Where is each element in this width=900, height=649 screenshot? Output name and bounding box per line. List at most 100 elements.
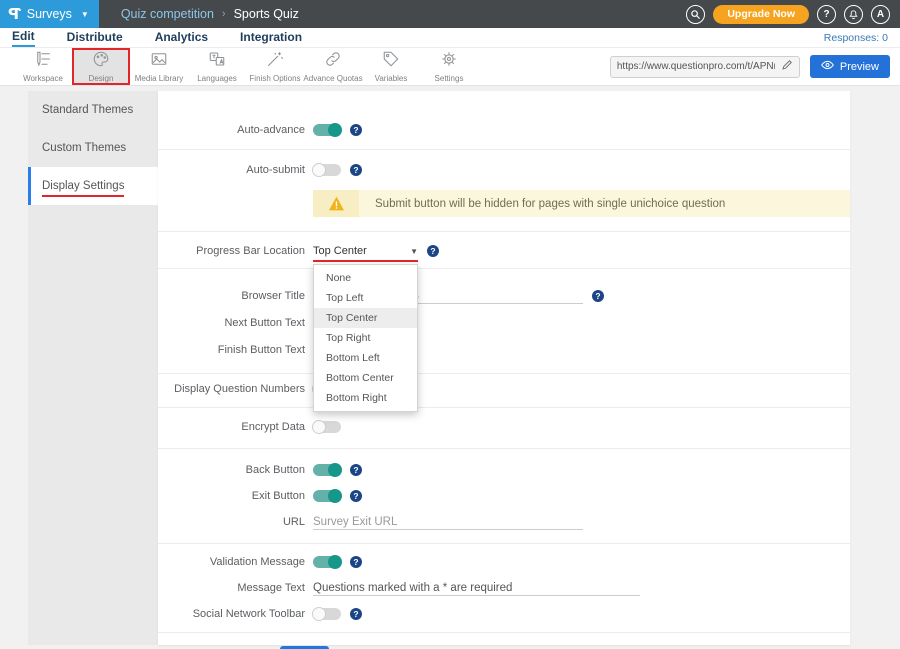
message-text-input[interactable]: Questions marked with a * are required xyxy=(313,580,640,596)
toolbar-item-settings[interactable]: Settings xyxy=(420,48,478,85)
exit-url-input[interactable]: Survey Exit URL xyxy=(313,514,583,530)
tab-integration[interactable]: Integration xyxy=(240,30,302,46)
message-text-label: Message Text xyxy=(158,582,305,594)
validation-message-toggle[interactable] xyxy=(313,556,341,568)
survey-nav: Edit Distribute Analytics Integration Re… xyxy=(0,28,900,48)
menu-option-top-left[interactable]: Top Left xyxy=(314,288,417,308)
message-text-row: Message Text Questions marked with a * a… xyxy=(158,579,850,597)
back-button-label: Back Button xyxy=(158,464,305,476)
auto-submit-toggle[interactable] xyxy=(313,164,341,176)
social-network-toolbar-toggle[interactable] xyxy=(313,608,341,620)
back-button-row: Back Button ? xyxy=(158,461,850,479)
toolbar-item-variables[interactable]: Variables xyxy=(362,48,420,85)
menu-option-none[interactable]: None xyxy=(314,268,417,288)
survey-url-text[interactable]: https://www.questionpro.com/t/APNrFZ xyxy=(617,61,775,72)
menu-option-bottom-right[interactable]: Bottom Right xyxy=(314,388,417,408)
breadcrumb: Quiz competition › Sports Quiz xyxy=(121,7,299,21)
back-button-toggle[interactable] xyxy=(313,464,341,476)
validation-message-help-icon[interactable]: ? xyxy=(350,556,362,568)
display-question-numbers-row: Display Question Numbers xyxy=(158,380,850,398)
workspace-icon xyxy=(34,50,52,73)
display-question-numbers-label: Display Question Numbers xyxy=(158,383,305,395)
auto-advance-help-icon[interactable]: ? xyxy=(350,124,362,136)
divider xyxy=(158,231,850,232)
tab-edit[interactable]: Edit xyxy=(12,29,35,47)
sidebar-item-custom-themes[interactable]: Custom Themes xyxy=(28,129,158,167)
image-icon xyxy=(150,50,168,73)
menu-option-top-center[interactable]: Top Center xyxy=(314,308,417,328)
auto-submit-label: Auto-submit xyxy=(158,164,305,176)
toolbar-item-design[interactable]: Design xyxy=(72,48,130,85)
design-sidebar: Standard Themes Custom Themes Display Se… xyxy=(28,91,158,645)
divider xyxy=(158,543,850,544)
exit-url-row: URL Survey Exit URL xyxy=(158,513,850,531)
encrypt-data-row: Encrypt Data xyxy=(158,418,850,436)
validation-message-row: Validation Message ? xyxy=(158,553,850,571)
preview-button[interactable]: Preview xyxy=(810,55,890,78)
questionpro-logo-icon: Ƥ xyxy=(8,5,20,23)
back-button-help-icon[interactable]: ? xyxy=(350,464,362,476)
chevron-down-icon: ▼ xyxy=(81,10,89,19)
next-button-text-label: Next Button Text xyxy=(158,317,305,329)
toolbar-item-finish-options[interactable]: Finish Options xyxy=(246,48,304,85)
display-settings-panel: Auto-advance ? Auto-submit ? Submit butt… xyxy=(158,91,850,645)
help-icon[interactable]: ? xyxy=(817,5,836,24)
upgrade-now-button[interactable]: Upgrade Now xyxy=(713,5,809,24)
avatar[interactable]: A xyxy=(871,5,890,24)
search-icon[interactable] xyxy=(686,5,705,24)
magic-wand-icon xyxy=(266,50,284,73)
auto-submit-help-icon[interactable]: ? xyxy=(350,164,362,176)
sidebar-item-display-settings[interactable]: Display Settings xyxy=(28,167,158,205)
warning-text: Submit button will be hidden for pages w… xyxy=(359,190,850,217)
tag-icon xyxy=(382,50,400,73)
survey-url-field[interactable]: https://www.questionpro.com/t/APNrFZ xyxy=(610,56,800,78)
progress-bar-location-menu: None Top Left Top Center Top Right Botto… xyxy=(313,264,418,412)
sidebar-item-standard-themes[interactable]: Standard Themes xyxy=(28,91,158,129)
tab-distribute[interactable]: Distribute xyxy=(67,30,123,46)
finish-button-text-label: Finish Button Text xyxy=(158,344,305,356)
progress-bar-location-label: Progress Bar Location xyxy=(158,245,305,257)
auto-submit-row: Auto-submit ? xyxy=(158,161,850,179)
exit-button-help-icon[interactable]: ? xyxy=(350,490,362,502)
menu-option-top-right[interactable]: Top Right xyxy=(314,328,417,348)
browser-title-help-icon[interactable]: ? xyxy=(592,290,604,302)
encrypt-data-toggle[interactable] xyxy=(313,421,341,433)
validation-message-label: Validation Message xyxy=(158,556,305,568)
palette-icon xyxy=(92,50,110,73)
exit-button-row: Exit Button ? xyxy=(158,487,850,505)
toolbar-item-media-library[interactable]: Media Library xyxy=(130,48,188,85)
tab-analytics[interactable]: Analytics xyxy=(155,30,208,46)
exit-button-toggle[interactable] xyxy=(313,490,341,502)
toolbar-item-languages[interactable]: Languages xyxy=(188,48,246,85)
brand-area[interactable]: Ƥ Surveys ▼ xyxy=(0,0,99,28)
auto-advance-label: Auto-advance xyxy=(158,124,305,136)
social-network-toolbar-row: Social Network Toolbar ? xyxy=(158,605,850,623)
toolbar-item-workspace[interactable]: Workspace xyxy=(14,48,72,85)
social-network-toolbar-label: Social Network Toolbar xyxy=(158,608,305,620)
responses-count[interactable]: Responses: 0 xyxy=(824,32,888,44)
chain-link-icon xyxy=(324,50,342,73)
chevron-down-icon: ▼ xyxy=(410,247,418,256)
divider xyxy=(158,632,850,633)
social-network-toolbar-help-icon[interactable]: ? xyxy=(350,608,362,620)
progress-bar-location-select[interactable]: Top Center ▼ xyxy=(313,245,418,257)
translate-icon xyxy=(208,50,226,73)
edit-pencil-icon[interactable] xyxy=(781,58,793,76)
gear-icon xyxy=(440,50,458,73)
divider xyxy=(158,373,850,374)
breadcrumb-separator: › xyxy=(222,8,226,20)
divider xyxy=(158,268,850,269)
breadcrumb-current: Sports Quiz xyxy=(234,7,299,21)
browser-title-row: Browser Title s ? xyxy=(158,287,850,305)
browser-title-label: Browser Title xyxy=(158,290,305,302)
notifications-bell-icon[interactable] xyxy=(844,5,863,24)
auto-advance-toggle[interactable] xyxy=(313,124,341,136)
menu-option-bottom-left[interactable]: Bottom Left xyxy=(314,348,417,368)
progress-bar-help-icon[interactable]: ? xyxy=(427,245,439,257)
surveys-menu[interactable]: Surveys xyxy=(27,7,72,21)
top-bar: Ƥ Surveys ▼ Quiz competition › Sports Qu… xyxy=(0,0,900,28)
breadcrumb-parent[interactable]: Quiz competition xyxy=(121,7,214,21)
eye-icon xyxy=(821,60,834,73)
menu-option-bottom-center[interactable]: Bottom Center xyxy=(314,368,417,388)
toolbar-item-advance-quotas[interactable]: Advance Quotas xyxy=(304,48,362,85)
